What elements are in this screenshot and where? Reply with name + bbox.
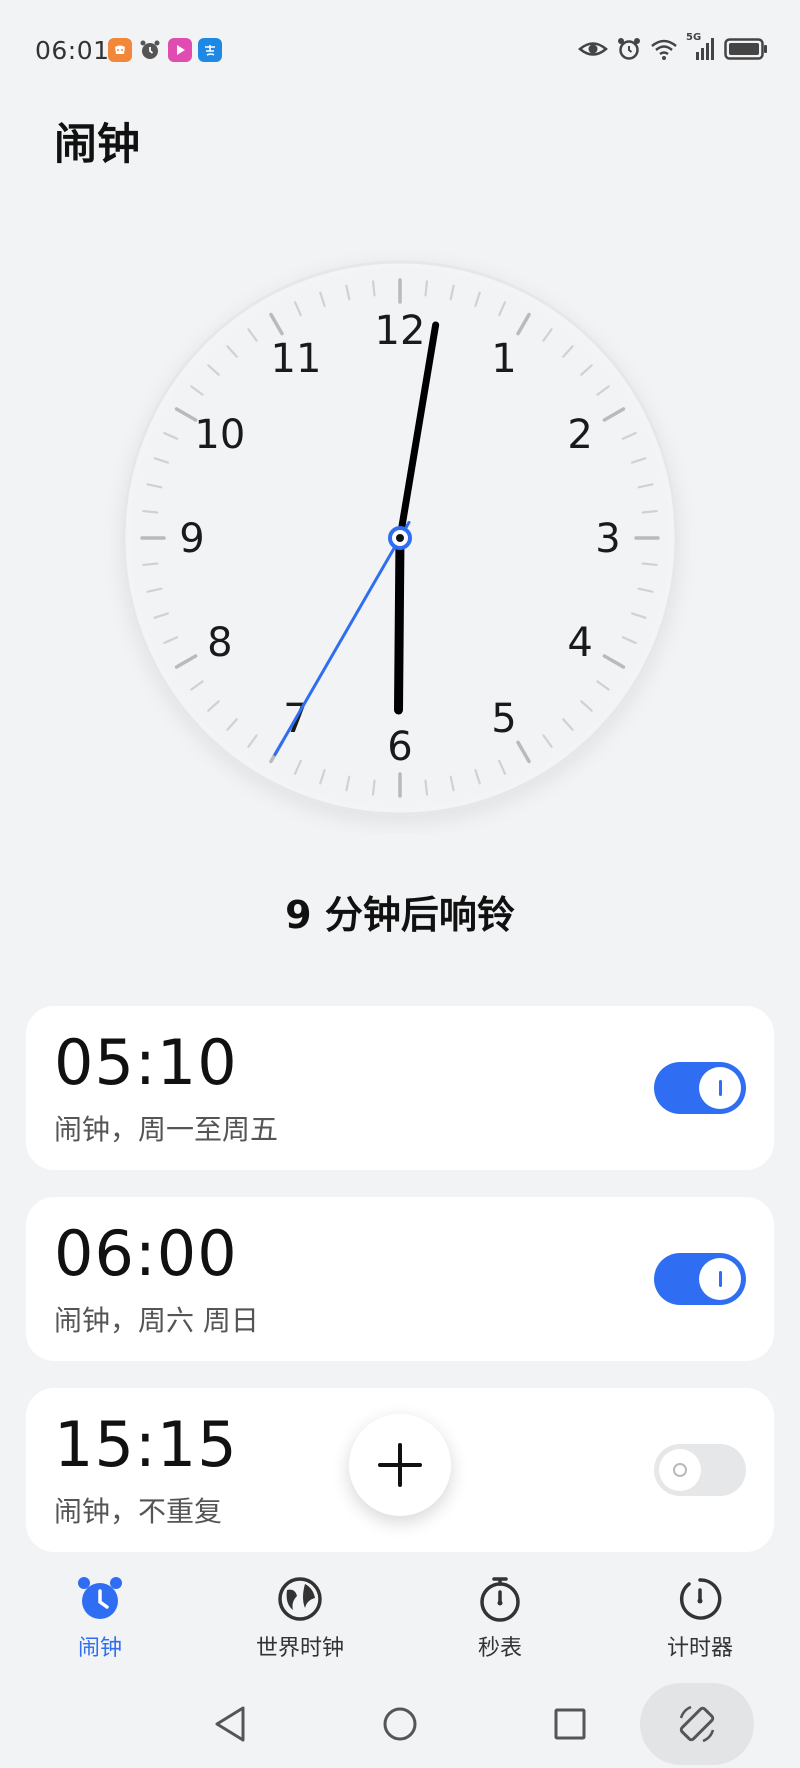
tab-alarm-label: 闹钟 (77, 1636, 122, 1661)
clock-numeral: 5 (491, 696, 516, 742)
clock-numeral: 11 (271, 336, 322, 382)
alarm-item[interactable]: 05:10 闹钟，周一至周五 (26, 1006, 774, 1170)
add-alarm-button[interactable] (349, 1414, 451, 1516)
stopwatch-icon (480, 1577, 520, 1622)
wifi-icon (651, 39, 677, 60)
home-button[interactable] (370, 1680, 430, 1768)
status-right-icons: 5G (578, 32, 768, 62)
status-time: 06:01 (35, 36, 110, 65)
alarm-toggle[interactable] (654, 1253, 746, 1305)
clock-numeral: 6 (387, 724, 412, 770)
minute-tick (371, 779, 376, 796)
toggle-knob (699, 1258, 741, 1300)
minute-tick (424, 280, 429, 297)
alarm-repeat-label: 闹钟，周一至周五 (54, 1113, 279, 1146)
alarm-repeat-label: 闹钟，周六 周日 (54, 1304, 259, 1337)
status-app-icons (108, 38, 222, 62)
tab-world-clock-label: 世界时钟 (255, 1636, 344, 1661)
tab-stopwatch-label: 秒表 (477, 1636, 522, 1661)
rotate-button[interactable] (667, 1680, 727, 1768)
system-nav-bar (0, 1680, 800, 1768)
back-icon (215, 1706, 245, 1742)
clock-numeral: 12 (375, 308, 426, 354)
alarm-icon (618, 38, 640, 60)
clock-numeral: 2 (567, 412, 592, 458)
alarm-time: 15:15 (54, 1408, 238, 1481)
minute-tick (641, 562, 658, 567)
alarm-item[interactable]: 06:00 闹钟，周六 周日 (26, 1197, 774, 1361)
minute-tick (142, 562, 159, 567)
bottom-nav: 闹钟 世界时钟 秒表 计时器 (0, 1560, 800, 1680)
alarm-toggle[interactable] (654, 1444, 746, 1496)
alarm-status-icon (138, 38, 162, 62)
video-app-icon (168, 38, 192, 62)
alarm-time: 05:10 (54, 1026, 238, 1099)
home-icon (383, 1707, 417, 1741)
recents-icon (554, 1708, 586, 1740)
next-alarm-countdown: 9 分钟后响铃 (285, 893, 515, 937)
tab-stopwatch[interactable]: 秒表 (420, 1574, 580, 1662)
clock-center-dot (396, 534, 404, 542)
clock-numeral: 4 (567, 620, 592, 666)
toggle-knob (659, 1449, 701, 1491)
minute-tick (641, 509, 658, 514)
analog-clock-face: 121234567891011 (122, 260, 678, 816)
alarm-repeat-label: 闹钟，不重复 (54, 1495, 223, 1528)
alarm-toggle[interactable] (654, 1062, 746, 1114)
clock-numeral: 3 (595, 516, 620, 562)
timer-icon (679, 1578, 722, 1620)
tab-alarm[interactable]: 闹钟 (20, 1574, 180, 1662)
alipay-app-icon (198, 38, 222, 62)
tab-timer-label: 计时器 (666, 1636, 733, 1661)
tab-world-clock[interactable]: 世界时钟 (220, 1574, 380, 1662)
clock-numeral: 9 (179, 516, 204, 562)
clock-numeral: 1 (491, 336, 516, 382)
minute-tick (142, 509, 159, 514)
globe-icon (278, 1577, 322, 1621)
battery-icon (724, 38, 767, 60)
page-title: 闹钟 (54, 120, 140, 170)
minute-tick (424, 779, 429, 796)
hour-hand (393, 533, 405, 715)
cellular-signal: 5G (686, 32, 716, 62)
plus-icon (378, 1443, 422, 1487)
notification-app-icon-orange (108, 38, 132, 62)
status-bar: 06:01 5G (0, 0, 800, 100)
analog-clock: 121234567891011 (104, 242, 696, 834)
tab-timer[interactable]: 计时器 (620, 1574, 780, 1662)
rotate-icon (679, 1705, 715, 1743)
toggle-knob (699, 1067, 741, 1109)
alarm-time: 06:00 (54, 1217, 238, 1290)
signal-icon (696, 38, 714, 60)
back-button[interactable] (200, 1680, 260, 1768)
alarm-clock-icon (78, 1577, 122, 1619)
clock-numeral: 8 (207, 620, 232, 666)
recents-button[interactable] (540, 1680, 600, 1768)
clock-numeral: 10 (194, 412, 245, 458)
eye-icon (578, 42, 608, 56)
minute-tick (371, 280, 376, 297)
